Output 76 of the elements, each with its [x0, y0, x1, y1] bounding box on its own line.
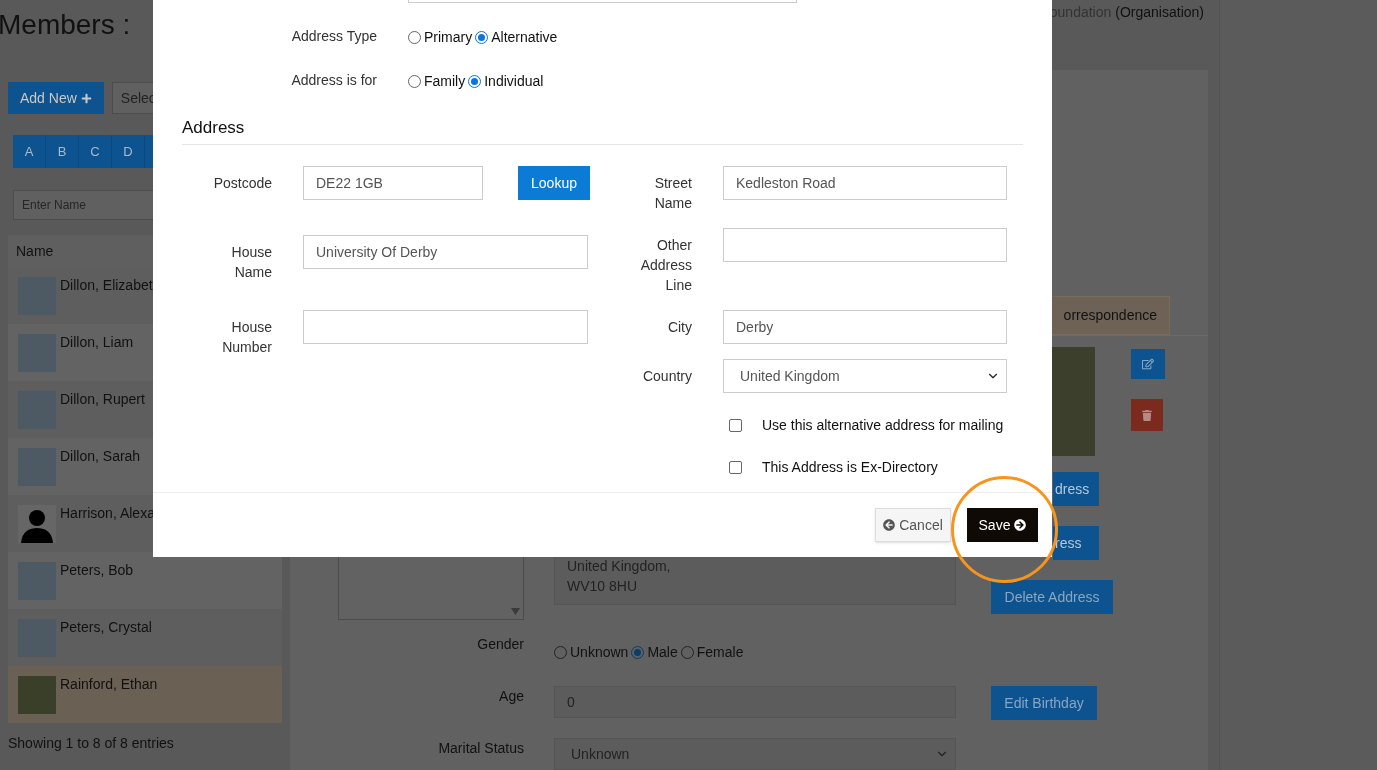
member-name: Peters, Crystal [60, 619, 152, 635]
address-line: United Kingdom, [567, 557, 672, 576]
radio-button[interactable] [475, 30, 489, 44]
radio-button[interactable] [631, 645, 645, 659]
age-label: Age [498, 687, 524, 706]
radio-button[interactable] [408, 74, 421, 88]
member-name: Dillon, Liam [60, 334, 134, 350]
edit-birthday-button[interactable]: Edit Birthday [991, 686, 1097, 720]
radio-button[interactable] [680, 645, 694, 659]
letter-button[interactable]: B [46, 135, 79, 168]
member-row[interactable]: Rainford, Ethan [8, 666, 282, 723]
radio-group-label: Address Type [290, 26, 377, 46]
field-label: Other Address Line [639, 236, 692, 295]
age-field[interactable]: 0 [554, 686, 956, 718]
text-field[interactable]: Derby [723, 310, 1007, 344]
correspondence-tab[interactable]: orrespondence [1050, 296, 1170, 335]
checkbox[interactable] [729, 460, 742, 474]
radio-button[interactable] [554, 645, 567, 659]
entries-info: Showing 1 to 8 of 8 entries [7, 734, 175, 753]
country-select[interactable]: United Kingdom [723, 359, 1007, 393]
member-name: Rainford, Ethan [60, 676, 158, 692]
letter-button[interactable]: C [79, 135, 112, 168]
gender-label: Gender [476, 635, 524, 654]
radio-button[interactable] [408, 30, 421, 44]
edit-icon [1142, 358, 1154, 370]
address-line: WV10 8HU [567, 577, 639, 596]
delete-photo-button[interactable] [1131, 399, 1163, 431]
member-name: Peters, Bob [60, 562, 134, 578]
address-action-button[interactable]: Delete Address [991, 580, 1113, 614]
field-label: Street Name [653, 174, 692, 213]
letter-button[interactable]: A [13, 135, 46, 168]
field-label: Country [641, 367, 692, 386]
address-action-button[interactable]: ress [1053, 526, 1099, 560]
checkbox-label: This Address is Ex-Directory [762, 457, 938, 477]
gender-option-label: Female [696, 643, 744, 662]
gender-option-label: Male [647, 643, 678, 662]
arrow-left-icon [883, 519, 896, 531]
save-button[interactable]: Save [967, 508, 1038, 542]
page-title: Members : [0, 8, 131, 42]
postcode-field[interactable]: DE22 1GB [303, 166, 483, 200]
radio-group-label: Address is for [290, 70, 377, 90]
radio-option-label: Family [424, 71, 466, 91]
marital-status-select[interactable]: Unknown [554, 738, 956, 770]
member-name: Dillon, Elizabet [60, 277, 153, 293]
resize-arrow-icon [511, 608, 520, 615]
text-field[interactable] [723, 228, 1007, 262]
radio-option-label: Primary [424, 27, 473, 47]
text-field[interactable] [303, 310, 588, 344]
address-action-button[interactable]: dress [1053, 472, 1099, 506]
letter-button[interactable]: D [112, 135, 145, 168]
add-new-button[interactable]: Add New [8, 82, 104, 114]
gender-option-label: Unknown [570, 643, 629, 662]
member-name: Dillon, Sarah [60, 448, 141, 464]
field-label: Postcode [212, 174, 272, 193]
text-field[interactable]: University Of Derby [303, 235, 588, 269]
member-name: Dillon, Rupert [60, 391, 145, 407]
field-label: City [666, 318, 692, 337]
checkbox[interactable] [729, 418, 742, 432]
radio-option-label: Individual [484, 71, 544, 91]
checkbox-label: Use this alternative address for mailing [762, 415, 1004, 435]
radio-button[interactable] [468, 74, 482, 88]
member-row[interactable]: Peters, Crystal [8, 609, 282, 666]
photo-placeholder [18, 676, 56, 714]
plus-icon [80, 92, 92, 104]
person-silhouette-icon [18, 505, 56, 543]
arrow-right-icon [1014, 519, 1027, 531]
lookup-button[interactable]: Lookup [518, 166, 590, 200]
text-field[interactable]: Kedleston Road [723, 166, 1007, 200]
radio-option-label: Alternative [491, 27, 558, 47]
edit-photo-button[interactable] [1131, 349, 1165, 379]
organisation-type: (Organisation) [1115, 3, 1204, 22]
cancel-button[interactable]: Cancel [875, 508, 951, 542]
trash-icon [1142, 409, 1152, 421]
member-row[interactable]: Peters, Bob [8, 552, 282, 609]
marital-status-label: Marital Status [437, 739, 524, 758]
section-title: Address [182, 118, 245, 137]
